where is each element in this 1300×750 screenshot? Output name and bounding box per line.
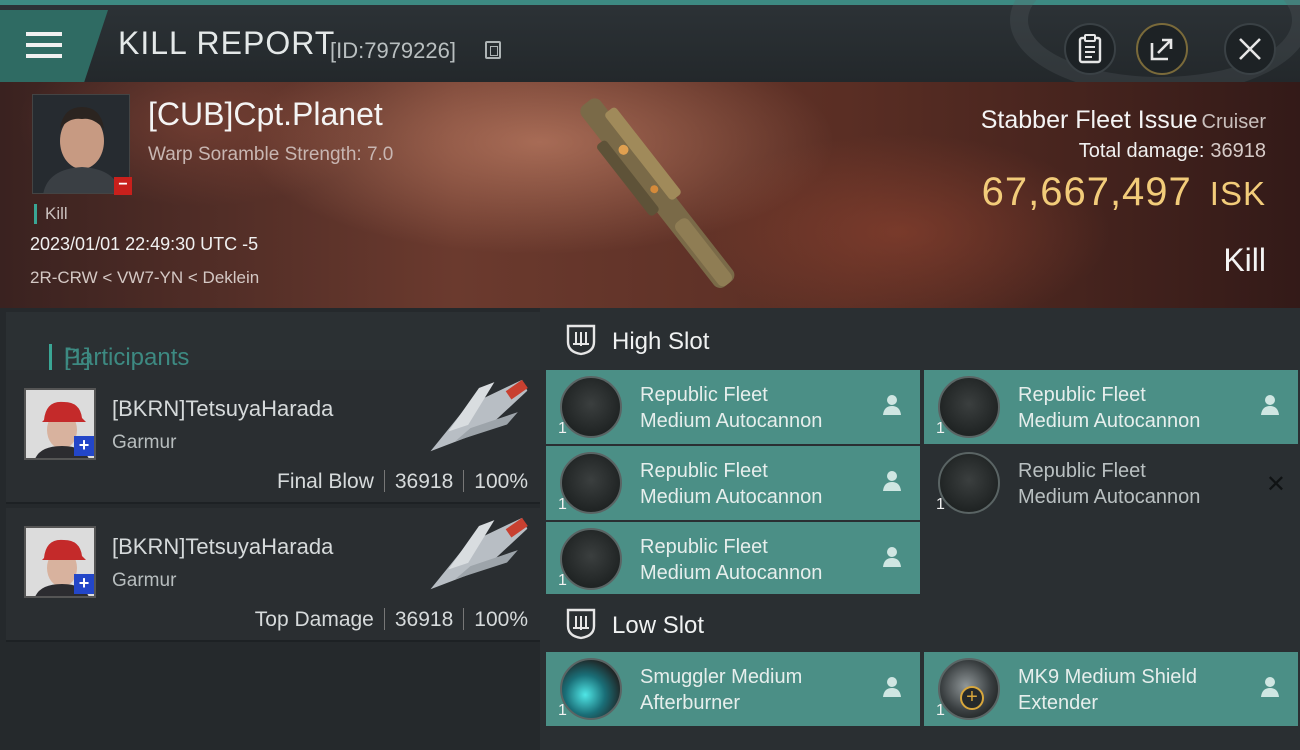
page-title: KILL REPORT xyxy=(118,25,336,61)
hostile-badge: − xyxy=(114,177,132,195)
kill-datetime: 2023/01/01 22:49:30 UTC -5 xyxy=(30,234,259,254)
total-damage: Total damage: 36918 xyxy=(1078,140,1266,162)
afterburner-icon xyxy=(560,658,622,720)
fitting-panel: High Slot 1 Republic Fleet Medium Autocan… xyxy=(540,308,1300,750)
high-slot-module[interactable]: 1 Republic Fleet Medium Autocannon xyxy=(546,370,920,444)
participant-name[interactable]: [BKRN]TetsuyaHarada xyxy=(112,396,333,422)
participant-ship: Garmur xyxy=(112,570,177,591)
close-icon xyxy=(1239,38,1261,60)
participant-row[interactable]: + [BKRN]TetsuyaHarada Garmur Final Blow 3… xyxy=(6,370,540,504)
dropped-by-icon xyxy=(883,677,901,697)
high-slot-icon xyxy=(566,324,596,356)
friendly-badge: + xyxy=(74,436,94,456)
high-slot-module[interactable]: 1 Republic Fleet Medium Autocannon xyxy=(546,446,920,520)
participant-name[interactable]: [BKRN]TetsuyaHarada xyxy=(112,534,333,560)
participant-ship-image xyxy=(430,517,528,590)
high-slot-module[interactable]: 1 Republic Fleet Medium Autocannon xyxy=(546,522,920,596)
low-slot-header: Low Slot xyxy=(546,594,1300,654)
dropped-by-icon xyxy=(1261,677,1279,697)
autocannon-icon xyxy=(938,452,1000,514)
victim-subtitle: Warp Soramble Strength: 7.0 xyxy=(148,144,394,165)
high-slot-module[interactable]: 1 Republic Fleet Medium Autocannon xyxy=(924,370,1298,444)
dropped-by-icon xyxy=(883,471,901,491)
high-slot-header: High Slot xyxy=(546,310,1300,370)
autocannon-icon xyxy=(938,376,1000,438)
isk-value: 67,667,497 ISK xyxy=(981,170,1266,214)
clipboard-button[interactable] xyxy=(1064,23,1116,75)
autocannon-icon xyxy=(560,376,622,438)
participant-ship-image xyxy=(430,379,528,452)
share-button[interactable] xyxy=(1136,23,1188,75)
participants-header: Participants [1] xyxy=(6,312,540,372)
low-slot-icon xyxy=(566,608,596,640)
participant-row[interactable]: + [BKRN]TetsuyaHarada Garmur Top Damage 3… xyxy=(6,508,540,642)
participant-stats: Top Damage 36918 100% xyxy=(254,608,528,631)
share-icon xyxy=(1150,38,1173,61)
autocannon-icon xyxy=(560,528,622,590)
kill-tag: Kill xyxy=(34,204,68,224)
clipboard-icon xyxy=(1078,34,1102,64)
menu-button[interactable] xyxy=(0,10,108,82)
participants-panel: Participants [1] + [BKRN]TetsuyaHarada G… xyxy=(0,308,540,750)
high-slot-module-destroyed[interactable]: 1 Republic Fleet Medium Autocannon ✕ xyxy=(924,446,1298,520)
friendly-badge: + xyxy=(74,574,94,594)
dropped-by-icon xyxy=(883,395,901,415)
result-label: Kill xyxy=(1223,242,1266,278)
title-bar: KILL REPORT [ID:7979226] xyxy=(0,0,1300,95)
dropped-by-icon xyxy=(1261,395,1279,415)
victim-name[interactable]: [CUB]Cpt.Planet xyxy=(148,96,383,133)
victim-banner: − [CUB]Cpt.Planet Warp Soramble Strength… xyxy=(0,82,1300,308)
low-slot-module[interactable]: 1 Smuggler Medium Afterburner xyxy=(546,652,920,726)
participant-stats: Final Blow 36918 100% xyxy=(277,470,528,493)
victim-ship-image xyxy=(580,98,735,288)
autocannon-icon xyxy=(560,452,622,514)
kill-location[interactable]: 2R-CRW < VW7-YN < Deklein xyxy=(30,268,259,288)
low-slot-module[interactable]: + 1 MK9 Medium Shield Extender xyxy=(924,652,1298,726)
plus-icon: + xyxy=(960,686,984,710)
copy-icon[interactable] xyxy=(485,41,501,59)
destroyed-icon: ✕ xyxy=(1265,471,1286,498)
dropped-by-icon xyxy=(883,547,901,567)
close-button[interactable] xyxy=(1224,23,1276,75)
report-id: [ID:7979226] xyxy=(330,38,456,63)
participant-ship: Garmur xyxy=(112,432,177,453)
victim-ship-name[interactable]: Stabber Fleet Issue Cruiser xyxy=(981,106,1266,135)
